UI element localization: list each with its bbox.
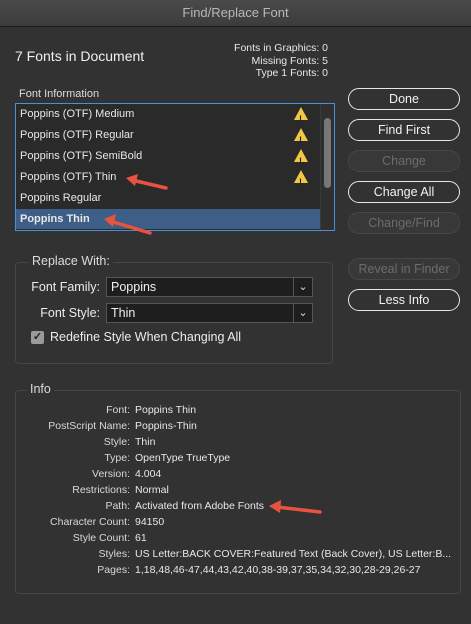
- font-list-item[interactable]: Poppins (OTF) Regular: [16, 125, 320, 150]
- info-row-style-count: Style Count: 61: [10, 532, 460, 548]
- replace-with-label: Replace With:: [29, 254, 113, 268]
- info-key: Path:: [105, 500, 130, 512]
- warning-icon: [294, 128, 308, 150]
- info-key: Version:: [92, 468, 130, 480]
- font-name: Poppins (OTF) SemiBold: [20, 150, 143, 162]
- info-row-character-count: Character Count: 94150: [10, 516, 460, 532]
- info-value: Thin: [135, 436, 156, 448]
- font-list-scrollbar[interactable]: [320, 104, 334, 230]
- info-value: Poppins Thin: [135, 404, 197, 416]
- reveal-in-finder-button[interactable]: Reveal in Finder: [348, 258, 460, 280]
- info-value: Poppins-Thin: [135, 420, 197, 432]
- info-value: Normal: [135, 484, 169, 496]
- font-name: Poppins (OTF) Regular: [20, 129, 134, 141]
- info-row-restrictions: Restrictions: Normal: [10, 484, 460, 500]
- window-title: Find/Replace Font: [0, 0, 471, 27]
- font-list[interactable]: Poppins (OTF) Medium Poppins (OTF) Regul…: [15, 103, 335, 231]
- info-key: Font:: [106, 404, 130, 416]
- font-family-label: Font Family:: [31, 280, 100, 294]
- find-first-button[interactable]: Find First: [348, 119, 460, 141]
- info-row-path: Path: Activated from Adobe Fonts: [10, 500, 460, 516]
- scrollbar-thumb[interactable]: [324, 118, 331, 188]
- info-value: OpenType TrueType: [135, 452, 231, 464]
- info-key: Type:: [104, 452, 130, 464]
- info-key: Styles:: [98, 548, 130, 560]
- font-family-value: Poppins: [111, 280, 157, 294]
- info-row-pages: Pages: 1,18,48,46-47,44,43,42,40,38-39,3…: [10, 564, 460, 580]
- warning-icon: [294, 149, 308, 171]
- info-row-font: Font: Poppins Thin: [10, 404, 460, 420]
- info-key: Style Count:: [72, 532, 130, 544]
- font-name: Poppins Regular: [20, 192, 102, 204]
- warning-icon: [294, 107, 308, 129]
- info-row-type: Type: OpenType TrueType: [10, 452, 460, 468]
- fonts-in-document-count: 7 Fonts in Document: [15, 48, 145, 64]
- font-stats: Fonts in Graphics: 0 Missing Fonts: 5 Ty…: [234, 42, 328, 80]
- chevron-down-icon[interactable]: ⌄: [293, 278, 312, 296]
- font-list-item[interactable]: Poppins (OTF) SemiBold: [16, 146, 320, 171]
- info-label: Info: [27, 382, 54, 396]
- font-list-item[interactable]: Poppins (OTF) Medium: [16, 104, 320, 129]
- info-value: US Letter:BACK COVER:Featured Text (Back…: [135, 548, 452, 560]
- info-value: 94150: [135, 516, 165, 528]
- info-key: Style:: [103, 436, 130, 448]
- font-name: Poppins (OTF) Medium: [20, 108, 135, 120]
- less-info-button[interactable]: Less Info: [348, 289, 460, 311]
- change-button[interactable]: Change: [348, 150, 460, 172]
- font-family-select[interactable]: Poppins ⌄: [106, 277, 313, 297]
- font-name: Poppins (OTF) Thin: [20, 171, 117, 183]
- font-style-select[interactable]: Thin ⌄: [106, 303, 313, 323]
- redefine-style-checkbox[interactable]: ✓: [31, 331, 44, 344]
- font-name: Poppins Thin: [20, 213, 90, 225]
- font-list-item-selected[interactable]: Poppins Thin: [16, 209, 320, 229]
- annotation-arrow-icon: [269, 500, 322, 514]
- info-key: PostScript Name:: [48, 420, 130, 432]
- font-style-label: Font Style:: [40, 306, 100, 320]
- info-value: 61: [135, 532, 147, 544]
- stat-type1-fonts: Type 1 Fonts: 0: [255, 67, 328, 79]
- info-value: 1,18,48,46-47,44,43,42,40,38-39,37,35,34…: [135, 564, 421, 576]
- info-key: Restrictions:: [72, 484, 130, 496]
- info-key: Character Count:: [50, 516, 130, 528]
- annotation-arrow-icon: [104, 214, 152, 235]
- warning-icon: [294, 170, 308, 192]
- done-button[interactable]: Done: [348, 88, 460, 110]
- change-all-button[interactable]: Change All: [348, 181, 460, 203]
- stat-missing-fonts: Missing Fonts: 5: [251, 54, 328, 67]
- font-information-label: Font Information: [19, 88, 100, 100]
- redefine-style-label[interactable]: Redefine Style When Changing All: [50, 330, 241, 344]
- info-key: Pages:: [97, 564, 130, 576]
- info-value: Activated from Adobe Fonts: [135, 500, 264, 512]
- annotation-arrow-icon: [126, 174, 168, 190]
- info-row-style: Style: Thin: [10, 436, 460, 452]
- info-row-styles: Styles: US Letter:BACK COVER:Featured Te…: [10, 548, 460, 564]
- font-style-value: Thin: [111, 306, 136, 320]
- change-find-button[interactable]: Change/Find: [348, 212, 460, 234]
- info-row-postscript-name: PostScript Name: Poppins-Thin: [10, 420, 460, 436]
- chevron-down-icon[interactable]: ⌄: [293, 304, 312, 322]
- info-row-version: Version: 4.004: [10, 468, 460, 484]
- stat-fonts-in-graphics: Fonts in Graphics: 0: [234, 42, 328, 54]
- info-value: 4.004: [135, 468, 162, 480]
